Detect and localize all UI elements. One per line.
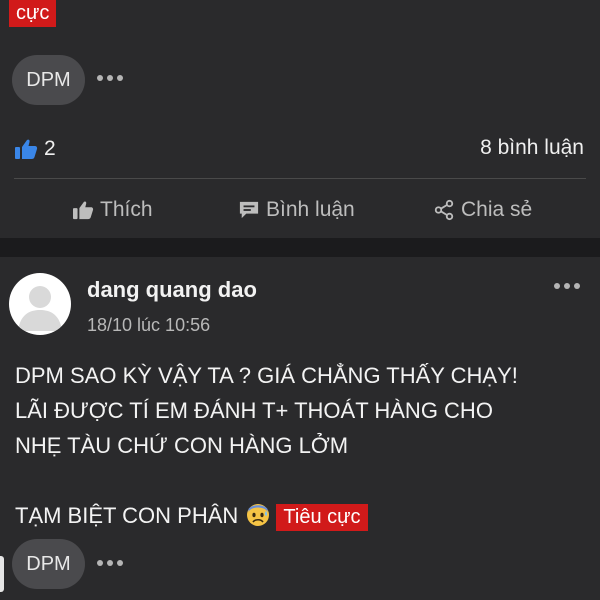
post-line: DPM SAO KỲ VẬY TA ? GIÁ CHẲNG THẤY CHẠY! bbox=[15, 363, 518, 388]
post-line: TẠM BIỆT CON PHÂN bbox=[15, 503, 239, 528]
post-line: LÃI ĐƯỢC TÍ EM ĐÁNH T+ THOÁT HÀNG CHO bbox=[15, 398, 493, 423]
like-button[interactable]: Thích bbox=[72, 196, 153, 224]
previous-post-card: cực DPM 2 8 bình luận Thích Bình luận Ch… bbox=[0, 0, 600, 238]
comment-button-label: Bình luận bbox=[266, 198, 355, 221]
more-options-icon[interactable] bbox=[97, 560, 127, 568]
like-button-label: Thích bbox=[100, 198, 153, 221]
like-count[interactable]: 2 bbox=[14, 136, 56, 162]
scroll-handle[interactable] bbox=[0, 556, 4, 592]
more-options-icon[interactable] bbox=[97, 75, 127, 83]
divider bbox=[14, 178, 586, 179]
comment-button[interactable]: Bình luận bbox=[238, 196, 355, 224]
like-count-value: 2 bbox=[44, 137, 56, 160]
comment-bubble-icon bbox=[239, 201, 259, 219]
default-avatar-icon[interactable] bbox=[9, 273, 71, 335]
thumbs-up-icon bbox=[73, 201, 94, 220]
ticker-tag[interactable]: DPM bbox=[12, 55, 85, 105]
share-button[interactable]: Chia sẻ bbox=[433, 196, 532, 224]
anxious-sweat-emoji-icon bbox=[247, 504, 270, 526]
ticker-tag[interactable]: DPM bbox=[12, 539, 85, 589]
comment-count[interactable]: 8 bình luận bbox=[480, 136, 584, 160]
sentiment-badge: cực bbox=[9, 0, 57, 27]
avatar-silhouette bbox=[18, 286, 62, 331]
more-options-icon[interactable] bbox=[554, 283, 584, 291]
post-line: NHẸ TÀU CHỨ CON HÀNG LỞM bbox=[15, 433, 349, 458]
thumbs-up-icon bbox=[15, 139, 38, 159]
share-icon bbox=[434, 199, 454, 221]
author-name[interactable]: dang quang dao bbox=[87, 277, 257, 303]
share-button-label: Chia sẻ bbox=[461, 198, 533, 221]
sentiment-badge: Tiêu cực bbox=[276, 504, 368, 531]
post-last-line: TẠM BIỆT CON PHÂN Tiêu cực bbox=[15, 498, 590, 533]
post-body: DPM SAO KỲ VẬY TA ? GIÁ CHẲNG THẤY CHẠY!… bbox=[15, 358, 590, 533]
post-timestamp: 18/10 lúc 10:56 bbox=[87, 315, 211, 335]
